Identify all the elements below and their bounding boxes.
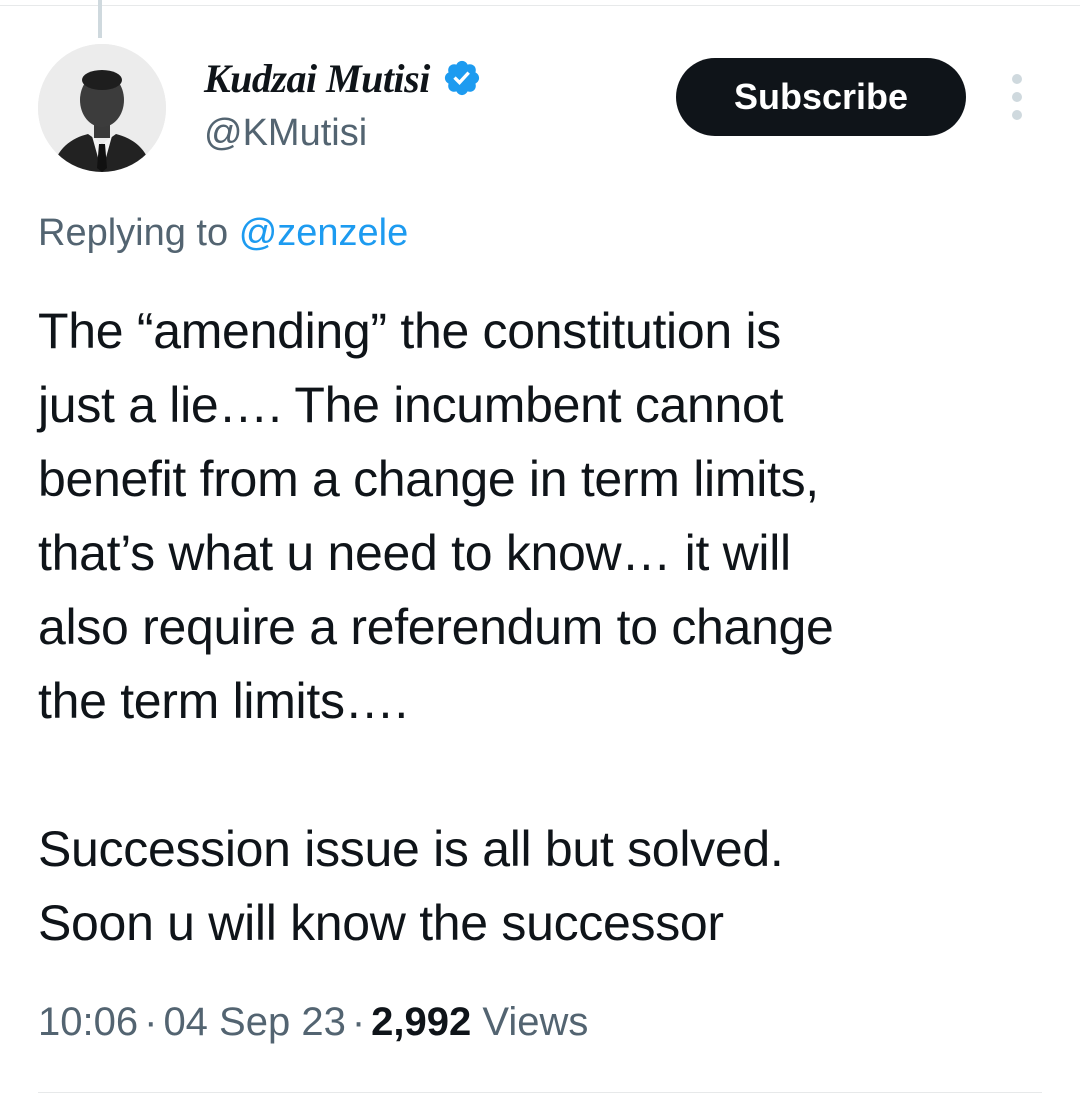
- more-dot: [1012, 74, 1022, 84]
- tweet-text-line: just a lie…. The incumbent cannot: [38, 377, 784, 433]
- bottom-divider: [38, 1092, 1042, 1093]
- meta-separator: ·: [351, 1000, 366, 1044]
- meta-separator: ·: [144, 1000, 158, 1044]
- tweet-text-line: benefit from a change in term limits,: [38, 451, 819, 507]
- tweet-text-line: that’s what u need to know… it will: [38, 525, 791, 581]
- author-display-name[interactable]: Kudzai Mutisi: [204, 55, 430, 102]
- views-count[interactable]: 2,992: [371, 1000, 471, 1044]
- replying-prefix: Replying to: [38, 212, 229, 254]
- tweet-text-line: Soon u will know the successor: [38, 895, 724, 951]
- tweet-text-line: the term limits….: [38, 673, 408, 729]
- avatar[interactable]: [38, 44, 166, 172]
- tweet-meta: 10:06 · 04 Sep 23 · 2,992 Views: [38, 1000, 588, 1045]
- replying-mention-link[interactable]: @zenzele: [239, 212, 409, 254]
- author-handle[interactable]: @KMutisi: [204, 112, 367, 155]
- tweet-text-line: Succession issue is all but solved.: [38, 821, 784, 877]
- more-dot: [1012, 92, 1022, 102]
- replying-to: Replying to @zenzele: [38, 212, 408, 255]
- tweet-text-line: also require a referendum to change: [38, 599, 834, 655]
- tweet-text: The “amending” the constitution is just …: [38, 294, 1038, 960]
- thread-connector-line: [98, 0, 102, 38]
- tweet-text-line: The “amending” the constitution is: [38, 303, 781, 359]
- subscribe-button[interactable]: Subscribe: [676, 58, 966, 136]
- verified-badge-icon: [444, 60, 479, 96]
- top-divider: [0, 0, 1080, 6]
- views-label: Views: [482, 1000, 589, 1044]
- more-dot: [1012, 110, 1022, 120]
- tweet-date[interactable]: 04 Sep 23: [163, 1000, 345, 1044]
- tweet-time[interactable]: 10:06: [38, 1000, 138, 1044]
- more-options-icon[interactable]: [1004, 74, 1030, 120]
- author-name-row[interactable]: Kudzai Mutisi: [204, 52, 482, 104]
